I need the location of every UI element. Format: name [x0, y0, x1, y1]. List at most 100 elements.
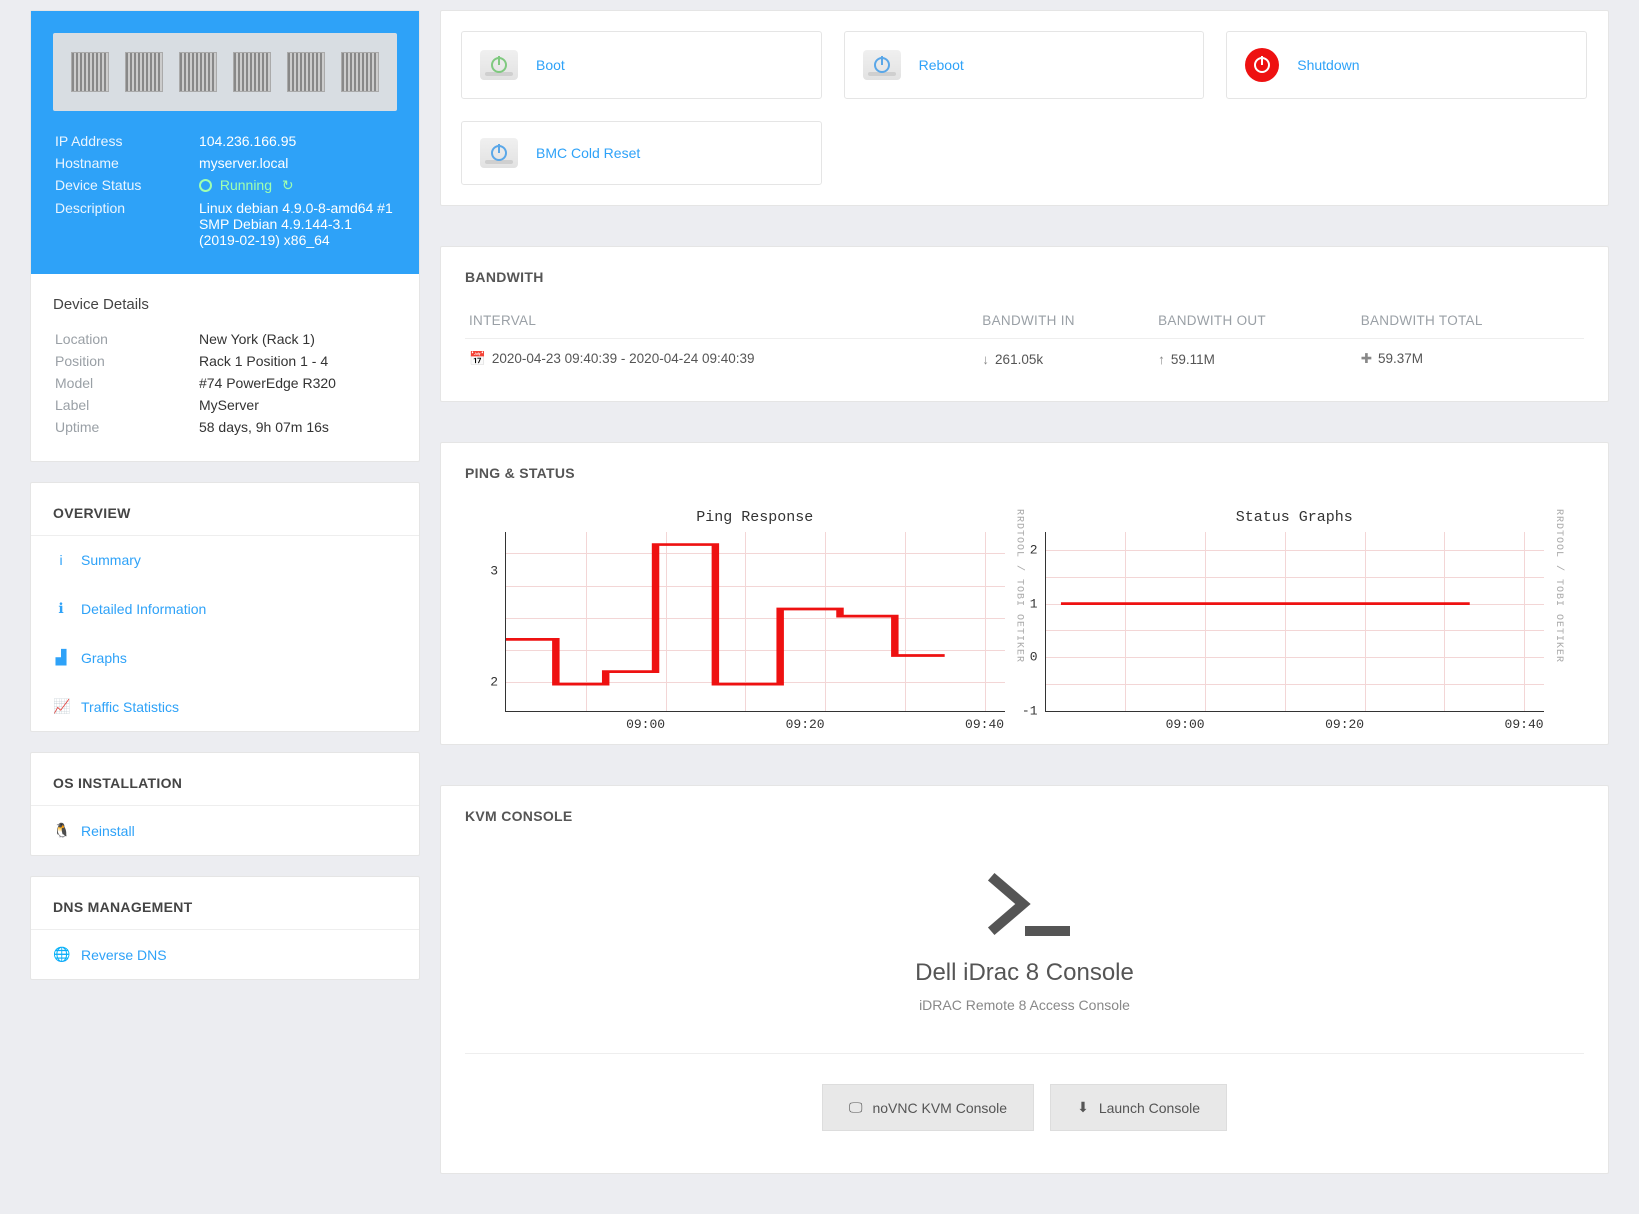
location-value: New York (Rack 1) — [199, 329, 395, 349]
download-icon: ⬇ — [1077, 1099, 1089, 1116]
nav-reverse-dns-label: Reverse DNS — [81, 947, 167, 963]
label-label: Label — [55, 395, 197, 415]
model-value: #74 PowerEdge R320 — [199, 373, 395, 393]
calendar-icon: 📅 — [469, 351, 486, 366]
ping-ytick-0: 2 — [490, 675, 506, 690]
boot-label: Boot — [536, 57, 565, 73]
status-plot — [1046, 532, 1545, 711]
position-label: Position — [55, 351, 197, 371]
bandwidth-row: 📅2020-04-23 09:40:39 - 2020-04-24 09:40:… — [465, 339, 1584, 380]
status-chart-area: -1 0 1 2 09:00 09:20 09:40 — [1045, 532, 1545, 712]
os-install-heading: OS INSTALLATION — [31, 753, 419, 805]
ping-ytick-1: 3 — [490, 564, 506, 579]
ping-xtick-1: 09:20 — [786, 711, 825, 732]
info-icon: i — [53, 552, 69, 568]
nav-traffic-statistics[interactable]: 📈 Traffic Statistics — [31, 682, 419, 731]
refresh-icon[interactable] — [276, 177, 294, 193]
nav-graphs[interactable]: ▟ Graphs — [31, 633, 419, 682]
shutdown-label: Shutdown — [1297, 57, 1359, 73]
dns-heading: DNS MANAGEMENT — [31, 877, 419, 929]
ping-status-heading: PING & STATUS — [465, 465, 1584, 481]
arrow-up-icon: ↑ — [1158, 352, 1165, 367]
boot-button[interactable]: Boot — [461, 31, 822, 99]
monitor-icon: 🖵 — [849, 1099, 863, 1116]
dns-panel: DNS MANAGEMENT 🌐 Reverse DNS — [30, 876, 420, 980]
nav-reinstall-label: Reinstall — [81, 823, 135, 839]
kvm-title: Dell iDrac 8 Console — [465, 959, 1584, 987]
status-text: Running — [220, 177, 272, 193]
nav-traffic-label: Traffic Statistics — [81, 699, 179, 715]
overview-heading: OVERVIEW — [31, 483, 419, 535]
linux-icon: 🐧 — [53, 822, 69, 839]
ping-chart: Ping Response 2 3 09:00 09:20 09:40 — [505, 509, 1005, 712]
globe-icon: 🌐 — [53, 946, 69, 963]
nav-reinstall[interactable]: 🐧 Reinstall — [31, 806, 419, 855]
bandwidth-heading: BANDWITH — [465, 269, 1584, 285]
nav-graphs-label: Graphs — [81, 650, 127, 666]
device-info-panel: IP Address 104.236.166.95 Hostname myser… — [30, 10, 420, 462]
ping-status-panel: PING & STATUS Ping Response 2 3 09:00 — [440, 442, 1609, 745]
plus-icon: ✚ — [1361, 351, 1372, 366]
hostname-label: Hostname — [55, 153, 197, 173]
server-image — [53, 33, 397, 111]
model-label: Model — [55, 373, 197, 393]
power-icon — [491, 57, 507, 73]
status-ytick-2: 1 — [1030, 596, 1046, 611]
ping-plot — [506, 532, 1005, 711]
status-ytick-1: 0 — [1030, 650, 1046, 665]
info-circle-icon: ℹ — [53, 600, 69, 617]
description-value: Linux debian 4.9.0-8-amd64 #1 SMP Debian… — [199, 198, 395, 250]
col-bw-in: BANDWITH IN — [978, 303, 1154, 339]
status-label: Device Status — [55, 175, 197, 196]
reset-icon — [491, 145, 507, 161]
status-chart: Status Graphs -1 0 1 2 09:00 09:20 — [1045, 509, 1545, 712]
shutdown-button[interactable]: Shutdown — [1226, 31, 1587, 99]
status-badge: Running — [199, 177, 294, 193]
status-chart-title: Status Graphs — [1045, 509, 1545, 526]
location-label: Location — [55, 329, 197, 349]
status-ytick-3: 2 — [1030, 542, 1046, 557]
ping-xtick-2: 09:40 — [965, 711, 1004, 732]
area-chart-icon: ▟ — [53, 649, 69, 666]
ping-chart-title: Ping Response — [505, 509, 1005, 526]
hostname-value: myserver.local — [199, 153, 395, 173]
bmc-cold-reset-button[interactable]: BMC Cold Reset — [461, 121, 822, 185]
uptime-label: Uptime — [55, 417, 197, 437]
nav-summary-label: Summary — [81, 552, 141, 568]
kvm-heading: KVM CONSOLE — [465, 808, 1584, 824]
uptime-value: 58 days, 9h 07m 16s — [199, 417, 395, 437]
nav-summary[interactable]: i Summary — [31, 536, 419, 584]
col-bw-total: BANDWITH TOTAL — [1357, 303, 1584, 339]
drive-icon — [863, 50, 901, 80]
ping-side-label: RRDTOOL / TOBI OETIKER — [1014, 509, 1025, 712]
status-xtick-2: 09:40 — [1505, 711, 1544, 732]
bmc-label: BMC Cold Reset — [536, 145, 640, 161]
divider — [465, 1053, 1584, 1054]
status-xtick-0: 09:00 — [1166, 711, 1205, 732]
reboot-icon — [874, 57, 890, 73]
reboot-button[interactable]: Reboot — [844, 31, 1205, 99]
os-install-panel: OS INSTALLATION 🐧 Reinstall — [30, 752, 420, 856]
ping-chart-area: 2 3 09:00 09:20 09:40 — [505, 532, 1005, 712]
nav-reverse-dns[interactable]: 🌐 Reverse DNS — [31, 930, 419, 979]
position-value: Rack 1 Position 1 - 4 — [199, 351, 395, 371]
status-side-label: RRDTOOL / TOBI OETIKER — [1553, 509, 1564, 712]
nav-detailed-label: Detailed Information — [81, 601, 206, 617]
launch-console-button[interactable]: ⬇ Launch Console — [1050, 1084, 1227, 1131]
launch-label: Launch Console — [1099, 1100, 1200, 1116]
bw-out: 59.11M — [1171, 352, 1215, 367]
ip-value: 104.236.166.95 — [199, 131, 395, 151]
bw-in: 261.05k — [995, 352, 1043, 367]
description-label: Description — [55, 198, 197, 250]
device-details-heading: Device Details — [53, 296, 397, 313]
novnc-console-button[interactable]: 🖵 noVNC KVM Console — [822, 1084, 1034, 1131]
novnc-label: noVNC KVM Console — [872, 1100, 1007, 1116]
col-bw-out: BANDWITH OUT — [1154, 303, 1357, 339]
label-value: MyServer — [199, 395, 395, 415]
power-actions-panel: Boot Reboot Shutdown BMC Cold Reset — [440, 10, 1609, 206]
shutdown-icon — [1245, 48, 1279, 82]
line-chart-icon: 📈 — [53, 698, 69, 715]
ping-xtick-0: 09:00 — [626, 711, 665, 732]
bw-total: 59.37M — [1378, 351, 1423, 366]
nav-detailed-information[interactable]: ℹ Detailed Information — [31, 584, 419, 633]
